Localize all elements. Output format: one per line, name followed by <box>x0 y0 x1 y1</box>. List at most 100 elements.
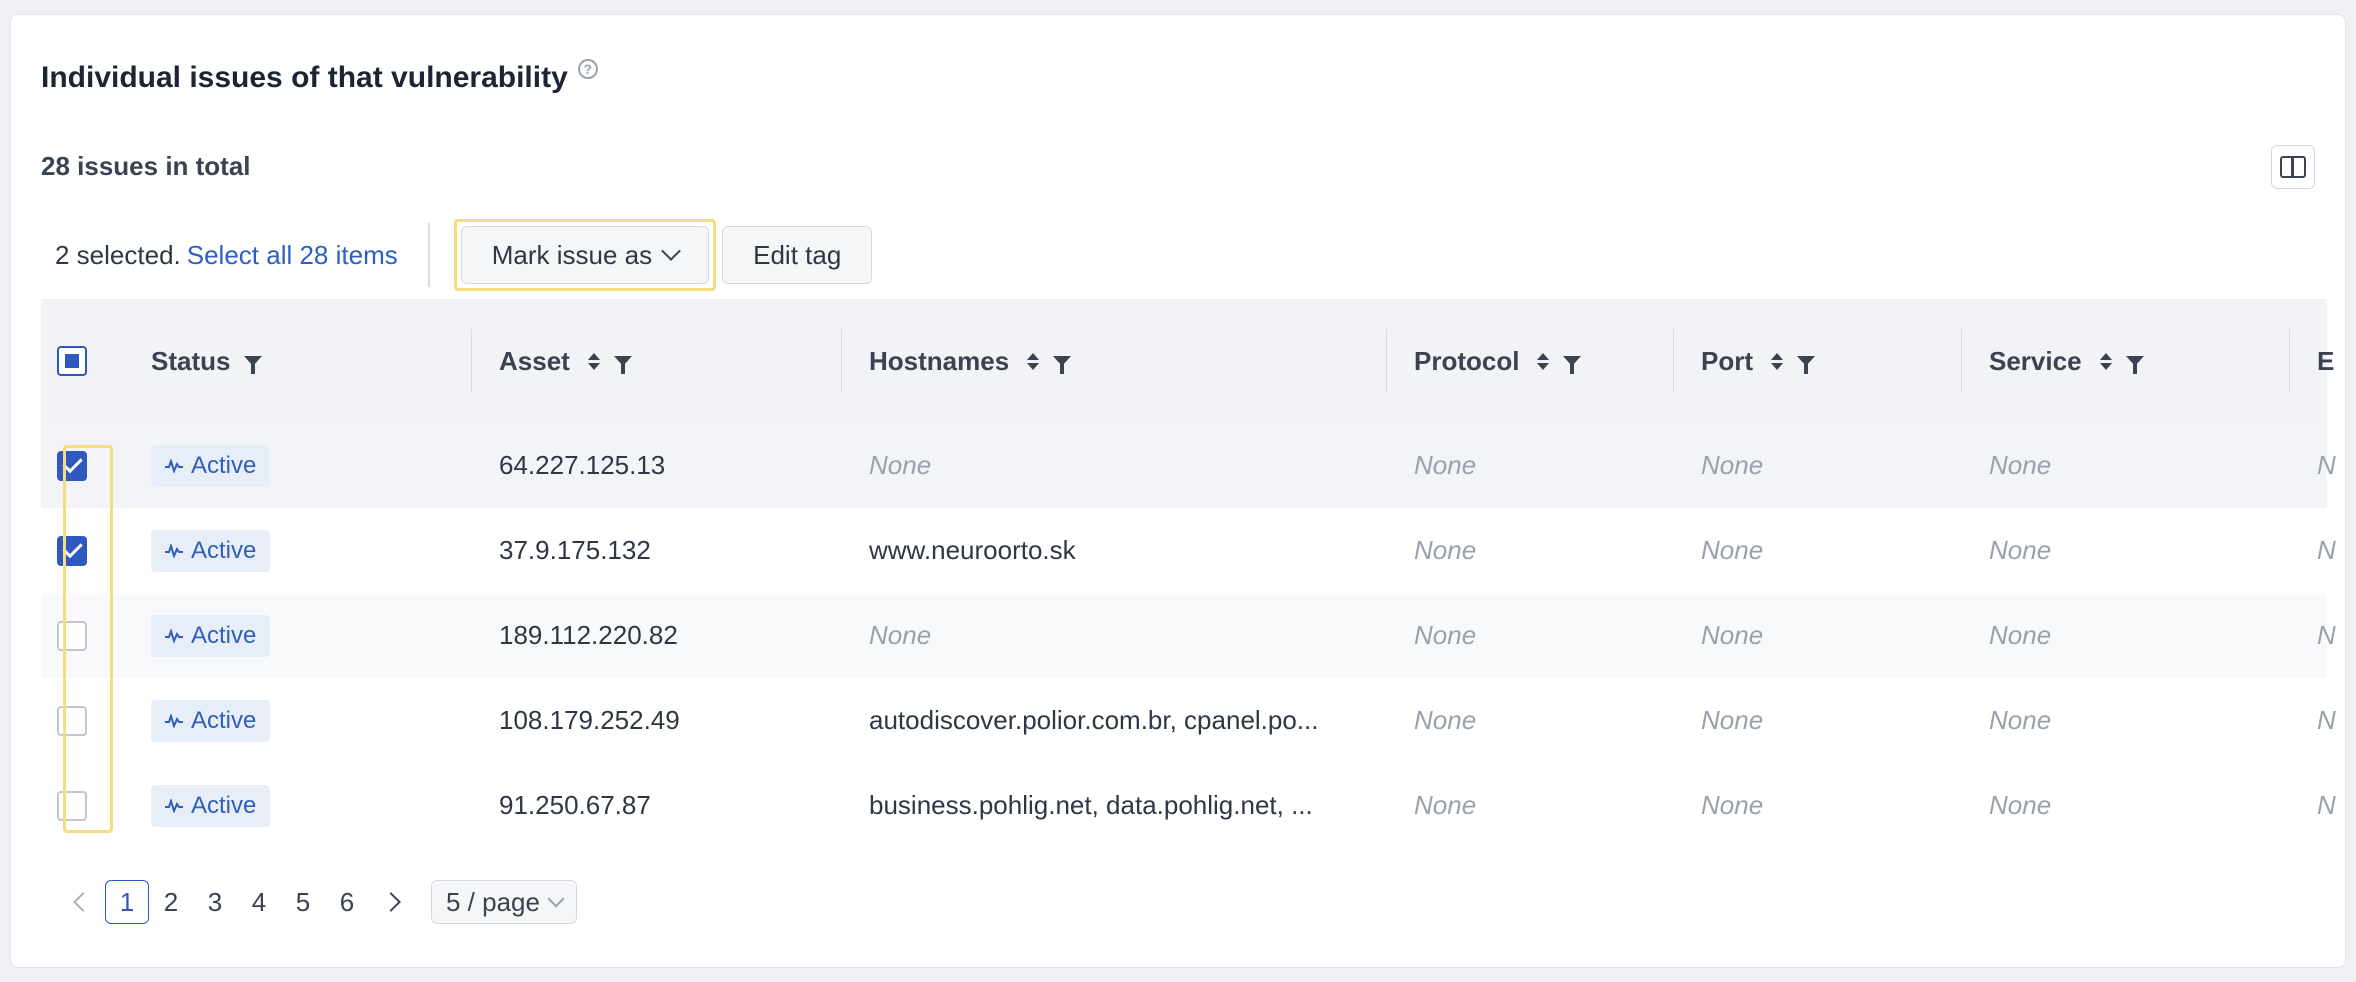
status-label: Active <box>191 536 257 564</box>
filter-icon[interactable] <box>613 356 632 374</box>
row-select-cell <box>57 763 87 848</box>
protocol-cell: None <box>1414 535 1477 565</box>
issues-card: Individual issues of that vulnerability … <box>10 14 2346 968</box>
asset-cell[interactable]: 108.179.252.49 <box>499 678 680 763</box>
page-size-select[interactable]: 5 / page <box>431 880 577 924</box>
row-select-cell <box>57 593 87 678</box>
prev-page-button[interactable] <box>61 880 105 924</box>
mark-issue-dropdown[interactable]: Mark issue as <box>460 226 710 284</box>
protocol-cell: None <box>1414 790 1477 820</box>
page-4[interactable]: 4 <box>237 880 281 924</box>
row-checkbox[interactable] <box>57 450 87 481</box>
col-extra: E <box>2289 299 2335 423</box>
page-3[interactable]: 3 <box>193 880 237 924</box>
hostnames-cell: None <box>869 450 932 480</box>
issues-table: Status Asset Hostnames Protocol Port Ser… <box>41 299 2336 848</box>
col-hostnames-label: Hostnames <box>869 345 1010 376</box>
asset-cell[interactable]: 64.227.125.13 <box>499 423 665 508</box>
service-cell: None <box>1989 790 2052 820</box>
row-checkbox[interactable] <box>57 705 87 736</box>
mark-issue-highlight: Mark issue as <box>453 219 717 291</box>
hostnames-cell: None <box>869 620 932 650</box>
table-row[interactable]: Active 189.112.220.82 None None None None N <box>41 593 2336 678</box>
table-row[interactable]: Active 37.9.175.132 www.neuroorto.sk None No… <box>41 508 2336 593</box>
activity-icon <box>165 537 183 565</box>
status-badge: Active <box>151 784 271 827</box>
chevron-down-icon <box>547 890 565 908</box>
extra-cell: N <box>2317 535 2336 565</box>
columns-icon <box>2280 156 2306 178</box>
col-status-label: Status <box>151 345 231 376</box>
page-2[interactable]: 2 <box>149 880 193 924</box>
status-cell: Active <box>151 593 271 678</box>
chevron-right-icon <box>381 892 401 912</box>
activity-icon <box>165 622 183 650</box>
port-cell: None <box>1701 535 1764 565</box>
row-checkbox[interactable] <box>57 790 87 821</box>
hostnames-cell: autodiscover.polior.com.br, cpanel.po... <box>869 705 1319 735</box>
col-extra-label: E <box>2317 345 2335 376</box>
asset-cell[interactable]: 91.250.67.87 <box>499 763 651 848</box>
status-cell: Active <box>151 423 271 508</box>
status-label: Active <box>191 791 257 819</box>
port-cell: None <box>1701 620 1764 650</box>
table-row[interactable]: Active 108.179.252.49 autodiscover.polior.… <box>41 678 2336 763</box>
filter-icon[interactable] <box>1053 356 1072 374</box>
table-body: Active 64.227.125.13 None None None None N Acti… <box>41 423 2336 848</box>
column-divider <box>471 329 472 393</box>
extra-cell: N <box>2317 705 2336 735</box>
status-badge: Active <box>151 699 271 742</box>
page-size-label: 5 / page <box>446 886 540 917</box>
filter-icon[interactable] <box>1797 356 1815 374</box>
protocol-cell: None <box>1414 620 1477 650</box>
filter-icon[interactable] <box>2125 356 2144 374</box>
table-header: Status Asset Hostnames Protocol Port Ser… <box>41 299 2334 423</box>
service-cell: None <box>1989 535 2052 565</box>
status-label: Active <box>191 451 257 479</box>
edit-tag-button[interactable]: Edit tag <box>722 226 873 284</box>
column-divider <box>1386 329 1387 393</box>
filter-icon[interactable] <box>1563 356 1582 374</box>
next-page-button[interactable] <box>369 880 413 924</box>
status-badge: Active <box>151 444 271 487</box>
sort-icon[interactable] <box>2099 352 2112 370</box>
mark-issue-label: Mark issue as <box>491 239 653 270</box>
asset-cell[interactable]: 189.112.220.82 <box>499 593 678 678</box>
asset-cell[interactable]: 37.9.175.132 <box>499 508 651 593</box>
bulk-action-toolbar: 2 selected. Select all 28 items Mark iss… <box>55 219 873 291</box>
select-all-link[interactable]: Select all 28 items <box>187 240 398 271</box>
hostnames-cell: business.pohlig.net, data.pohlig.net, ..… <box>869 790 1313 820</box>
protocol-cell: None <box>1414 450 1477 480</box>
port-cell: None <box>1701 450 1764 480</box>
col-port: Port <box>1673 299 1815 423</box>
status-cell: Active <box>151 508 271 593</box>
select-all-checkbox[interactable] <box>57 346 87 376</box>
status-cell: Active <box>151 763 271 848</box>
page-6[interactable]: 6 <box>325 880 369 924</box>
sort-icon[interactable] <box>1027 352 1040 370</box>
extra-cell: N <box>2317 790 2336 820</box>
col-asset: Asset <box>471 299 632 423</box>
selected-count: 2 selected. <box>55 239 181 270</box>
page-5[interactable]: 5 <box>281 880 325 924</box>
col-protocol: Protocol <box>1386 299 1582 423</box>
filter-icon[interactable] <box>244 356 263 374</box>
table-row[interactable]: Active 91.250.67.87 business.pohlig.net, d… <box>41 763 2336 848</box>
column-divider <box>2289 329 2290 393</box>
page-1[interactable]: 1 <box>105 880 149 924</box>
sort-icon[interactable] <box>587 352 600 370</box>
column-divider <box>1673 329 1674 393</box>
row-checkbox[interactable] <box>57 535 87 566</box>
port-cell: None <box>1701 790 1764 820</box>
table-row[interactable]: Active 64.227.125.13 None None None None N <box>41 423 2336 508</box>
column-settings-button[interactable] <box>2271 145 2315 189</box>
col-status: Status <box>151 299 263 423</box>
sort-icon[interactable] <box>1771 352 1783 370</box>
row-checkbox[interactable] <box>57 620 87 651</box>
activity-icon <box>165 707 183 735</box>
section-title: Individual issues of that vulnerability … <box>41 59 598 95</box>
sort-icon[interactable] <box>1537 352 1550 370</box>
help-icon[interactable]: ? <box>577 59 598 79</box>
chevron-left-icon <box>73 892 93 912</box>
port-cell: None <box>1701 705 1764 735</box>
